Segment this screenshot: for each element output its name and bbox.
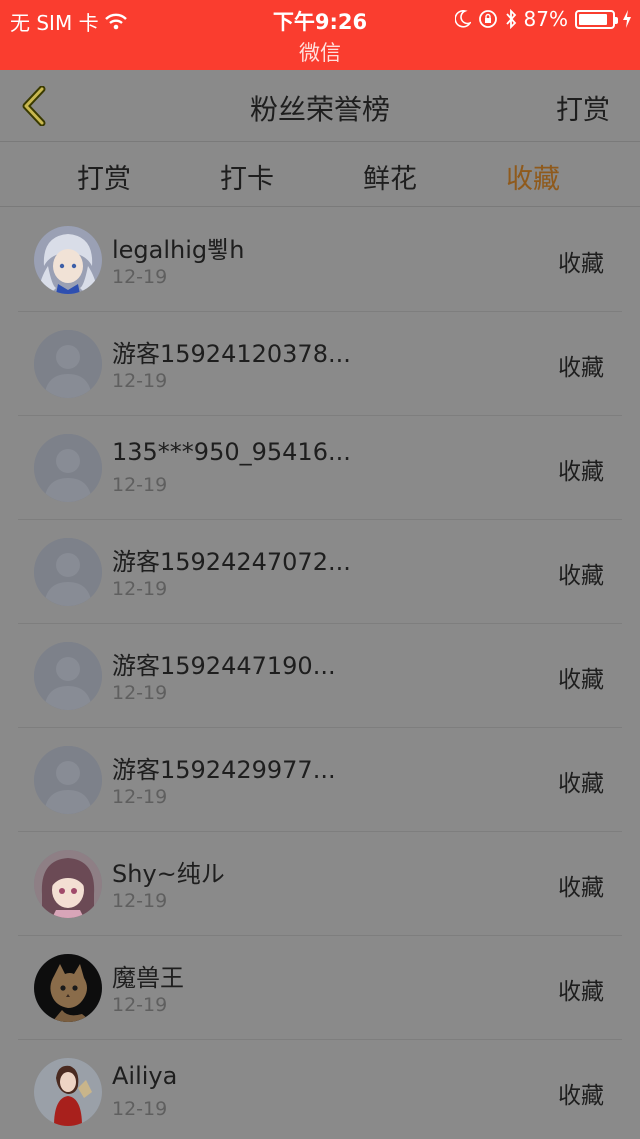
list-item[interactable]: Ailiya 12-19 收藏 bbox=[18, 1040, 622, 1139]
tab-reward[interactable]: 打赏 bbox=[34, 157, 174, 196]
fan-date: 12-19 bbox=[112, 266, 168, 288]
fan-name: 游客15924120378... bbox=[112, 340, 351, 368]
tab-checkin[interactable]: 打卡 bbox=[177, 157, 317, 196]
fan-date: 12-19 bbox=[112, 370, 168, 392]
fan-action-label: 收藏 bbox=[558, 1083, 604, 1109]
avatar bbox=[34, 746, 102, 814]
tab-bar: 打赏 打卡 鲜花 收藏 bbox=[0, 143, 640, 207]
fan-action-label: 收藏 bbox=[558, 771, 604, 797]
tab-flowers[interactable]: 鲜花 bbox=[320, 157, 460, 196]
page-title: 粉丝荣誉榜 bbox=[249, 93, 390, 126]
battery-percent: 87% bbox=[523, 7, 568, 31]
fan-date: 12-19 bbox=[112, 890, 168, 912]
avatar bbox=[34, 1058, 102, 1126]
list-item[interactable]: 游客1592447190... 12-19 收藏 bbox=[18, 624, 622, 728]
fan-name: Ailiya bbox=[112, 1062, 178, 1090]
status-bar: 无 SIM 卡 下午9:26 微信 87% bbox=[0, 0, 640, 70]
fan-action-label: 收藏 bbox=[558, 979, 604, 1005]
moon-icon bbox=[454, 10, 471, 28]
list-item[interactable]: 游客1592429977... 12-19 收藏 bbox=[18, 728, 622, 832]
rotation-lock-icon bbox=[478, 10, 497, 28]
fan-name: 游客15924247072... bbox=[112, 548, 351, 576]
avatar bbox=[34, 850, 102, 918]
fan-name: legalhig뾯h bbox=[112, 236, 245, 264]
list-item[interactable]: 游客15924120378... 12-19 收藏 bbox=[18, 312, 622, 416]
fan-date: 12-19 bbox=[112, 578, 168, 600]
charging-icon bbox=[623, 10, 631, 28]
battery-tip bbox=[615, 16, 618, 24]
fan-date: 12-19 bbox=[112, 994, 168, 1016]
status-right: 87% bbox=[454, 7, 632, 31]
list-item[interactable]: 魔兽王 12-19 收藏 bbox=[18, 936, 622, 1040]
list-item[interactable]: legalhig뾯h 12-19 收藏 bbox=[18, 208, 622, 312]
status-app-name: 微信 bbox=[299, 41, 341, 65]
fan-date: 12-19 bbox=[112, 474, 168, 496]
fan-list: legalhig뾯h 12-19 收藏 游客15924120378... 12-… bbox=[0, 208, 640, 1139]
list-item[interactable]: Shy~纯ル 12-19 收藏 bbox=[18, 832, 622, 936]
bluetooth-icon bbox=[505, 9, 516, 29]
fan-action-label: 收藏 bbox=[558, 355, 604, 381]
fan-name: 135***950_95416... bbox=[112, 438, 351, 466]
fan-action-label: 收藏 bbox=[558, 875, 604, 901]
avatar bbox=[34, 642, 102, 710]
fan-name: 魔兽王 bbox=[112, 964, 184, 992]
fan-name: 游客1592447190... bbox=[112, 652, 336, 680]
avatar bbox=[34, 538, 102, 606]
tab-favorites[interactable]: 收藏 bbox=[463, 157, 603, 196]
reward-button[interactable]: 打赏 bbox=[556, 88, 610, 127]
nav-bar: 粉丝荣誉榜 打赏 bbox=[0, 70, 640, 142]
fan-date: 12-19 bbox=[112, 786, 168, 808]
list-item[interactable]: 135***950_95416... 12-19 收藏 bbox=[18, 416, 622, 520]
battery-icon bbox=[575, 9, 618, 29]
avatar bbox=[34, 330, 102, 398]
avatar bbox=[34, 434, 102, 502]
avatar bbox=[34, 954, 102, 1022]
avatar bbox=[34, 226, 102, 294]
fan-name: Shy~纯ル bbox=[112, 860, 225, 888]
fan-date: 12-19 bbox=[112, 682, 168, 704]
fan-action-label: 收藏 bbox=[558, 563, 604, 589]
fan-date: 12-19 bbox=[112, 1098, 168, 1120]
fan-action-label: 收藏 bbox=[558, 251, 604, 277]
fan-action-label: 收藏 bbox=[558, 667, 604, 693]
fan-action-label: 收藏 bbox=[558, 459, 604, 485]
fan-name: 游客1592429977... bbox=[112, 756, 336, 784]
list-item[interactable]: 游客15924247072... 12-19 收藏 bbox=[18, 520, 622, 624]
battery-level bbox=[579, 13, 607, 25]
